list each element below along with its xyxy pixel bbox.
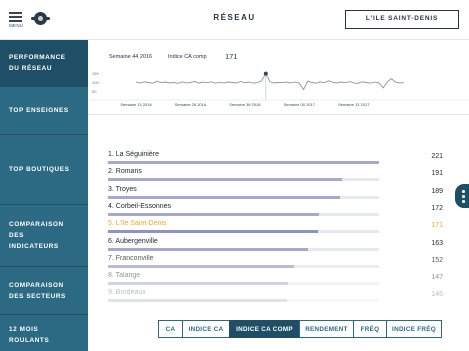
store-name: 3. Troyes [108, 185, 137, 193]
ranking-bar [108, 178, 343, 182]
more-dots-icon-dot [462, 200, 465, 203]
store-selector-button[interactable]: L'ILE SAINT-DENIS [345, 10, 459, 29]
ranking-row[interactable]: 3. Troyes 189 [108, 186, 443, 203]
y-tick-label: 50 [92, 89, 97, 94]
metric-tabs: CA INDICE CA INDICE CA COMP RENDEMENT FRÉQ IN… [158, 320, 442, 338]
ranking-bar-track [108, 212, 379, 216]
ranking-row[interactable]: 8. Talange 147 [108, 272, 443, 289]
store-value: 146 [431, 291, 443, 299]
store-name: 1. La Séguinière [108, 151, 159, 158]
sidebar-item[interactable]: TOP BOUTIQUES [0, 135, 88, 205]
sidebar-item[interactable]: COMPARAISON DES INDICATEURS [0, 205, 88, 267]
ranking-bar-track [108, 195, 379, 199]
ranking-row[interactable]: 4. Corbeil-Essonnes 172 [108, 203, 443, 220]
series-line [135, 72, 405, 91]
sidebar-item-label: DU RÉSEAU [9, 65, 53, 72]
ranking-bar-track [108, 247, 379, 251]
ranking-bar [108, 161, 379, 164]
sidebar-item-label: COMPARAISON [9, 221, 64, 228]
ranking-row[interactable]: 1. La Séguinière 221 [108, 151, 443, 168]
metric-tab[interactable]: FRÉQ [353, 320, 387, 338]
sidebar-item-label: PERFORMANCE [9, 54, 66, 61]
ranking-bar-track [108, 161, 379, 164]
ranking-row[interactable]: 2. Romans 191 [108, 168, 443, 185]
sidebar-item-label: TOP BOUTIQUES [9, 166, 70, 173]
store-value: 221 [431, 153, 443, 160]
ranking-row[interactable]: 5. L'Ile Saint-Denis 171 [108, 220, 443, 237]
store-name: 7. Franconville [108, 254, 154, 262]
store-name: 6. Aubergenville [108, 237, 158, 245]
top-header: MENU RÉSEAU L'ILE SAINT-DENIS [0, 0, 469, 40]
ranking-row[interactable]: 9. Bordeaux 146 [108, 289, 443, 306]
ranking-bar [108, 299, 288, 303]
store-value: 172 [431, 204, 443, 212]
trend-chart-panel: Semaine 44 2016 Indice CA comp 171 150 10… [88, 40, 469, 115]
sidebar-item-label: TOP ENSEIGNES [9, 107, 69, 114]
store-value: 189 [431, 187, 443, 195]
selected-week-point[interactable] [263, 71, 268, 76]
metric-tab[interactable]: RENDEMENT [299, 320, 354, 338]
store-name: 5. L'Ile Saint-Denis [108, 220, 167, 228]
more-dots-icon [462, 190, 465, 193]
metric-tab[interactable]: INDICE CA COMP [229, 320, 300, 338]
more-options-button[interactable] [455, 184, 469, 208]
ranking-bar [108, 264, 295, 268]
store-name: 9. Bordeaux [108, 289, 146, 297]
metric-tab[interactable]: CA [158, 320, 183, 338]
store-value: 152 [431, 256, 443, 264]
ranking-row[interactable]: 6. Aubergenville 163 [108, 238, 443, 255]
sidebar-item-label: 12 MOIS [9, 325, 39, 333]
store-value: 191 [431, 170, 443, 178]
sidebar-item[interactable]: PERFORMANCE DU RÉSEAU [0, 40, 88, 87]
ranking-bar-track [108, 264, 379, 268]
store-ranking-list: 1. La Séguinière 221 2. Romans 191 3. Troyes… [88, 115, 469, 305]
sidebar-item-label: DES [9, 232, 24, 239]
sidebar-item[interactable]: 12 MOIS ROULANTS [0, 315, 88, 351]
store-name: 2. Romans [108, 168, 142, 176]
x-tick-label: Semaine 26 2016 [175, 102, 207, 107]
store-name: 4. Corbeil-Essonnes [108, 202, 172, 210]
ranking-bar [108, 230, 318, 234]
sidebar-nav: PERFORMANCE DU RÉSEAU TOP ENSEIGNES TOP BOU… [0, 40, 88, 351]
sidebar-item[interactable]: COMPARAISON DES SECTEURS [0, 267, 88, 315]
sidebar-item[interactable]: TOP ENSEIGNES [0, 87, 88, 135]
metric-tab[interactable]: INDICE FRÉQ [386, 320, 442, 338]
sidebar-item-label: INDICATEURS [9, 243, 59, 250]
more-dots-icon-dot [462, 195, 465, 198]
store-value: 163 [431, 239, 443, 247]
y-tick-label: 100 [92, 80, 99, 85]
sidebar-item-label: COMPARAISON [9, 281, 64, 289]
ranking-bar-track [108, 282, 379, 286]
store-name: 8. Talange [108, 272, 141, 280]
y-tick-label: 150 [92, 71, 99, 76]
ranking-bar [108, 195, 340, 199]
sidebar-item-label: ROULANTS [9, 336, 50, 344]
store-value: 147 [431, 274, 443, 282]
x-tick-label: Semaine 13 2016 [120, 102, 152, 107]
menu-label: MENU [9, 23, 24, 28]
ranking-bar-track [108, 178, 379, 182]
x-tick-label: Semaine 13 2017 [338, 102, 370, 107]
ranking-bar [108, 282, 289, 286]
store-value: 171 [431, 222, 443, 230]
x-tick-label: Semaine 39 2016 [229, 102, 261, 107]
ranking-bar-track [108, 299, 379, 303]
sidebar-item-label: DES SECTEURS [9, 292, 66, 300]
ranking-bar [108, 212, 319, 216]
ranking-bar [108, 247, 308, 251]
trend-line-chart[interactable]: 15010050Semaine 13 2016 Semaine 26 2016 Se… [88, 40, 469, 115]
ranking-row[interactable]: 7. Franconville 152 [108, 255, 443, 272]
x-tick-label: Semaine 00 2017 [284, 102, 316, 107]
metric-tab[interactable]: INDICE CA [182, 320, 230, 338]
ranking-bar-track [108, 230, 379, 234]
